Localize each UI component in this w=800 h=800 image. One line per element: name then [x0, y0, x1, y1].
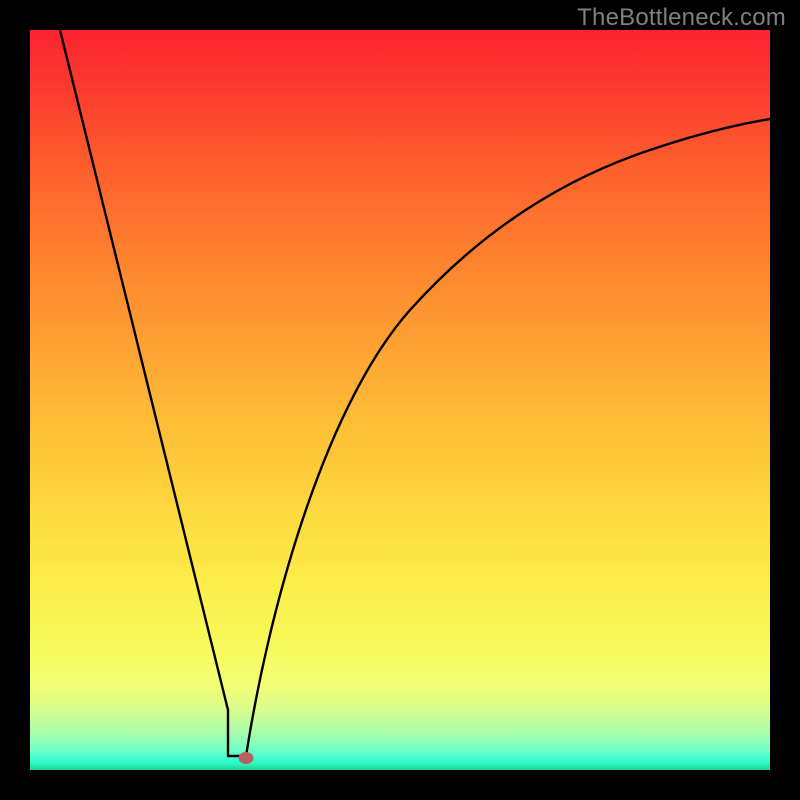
bottleneck-curve [30, 30, 770, 770]
balance-marker [239, 752, 254, 764]
chart-frame: TheBottleneck.com [0, 0, 800, 800]
plot-area [30, 30, 770, 770]
curve-left-branch [60, 30, 246, 756]
curve-right-branch [246, 119, 770, 756]
attribution-text: TheBottleneck.com [577, 4, 786, 32]
